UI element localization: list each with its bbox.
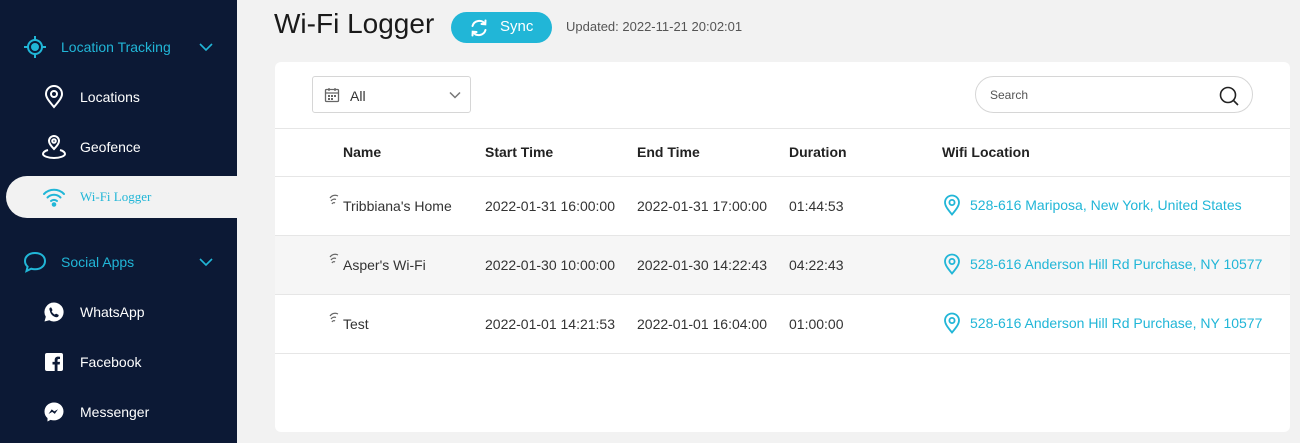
column-header-wifi-location: Wifi Location [942, 144, 1030, 160]
sidebar-item-label: WhatsApp [80, 304, 145, 320]
chevron-down-icon [198, 254, 214, 270]
cell-end-time: 2022-01-30 14:22:43 [637, 257, 767, 273]
geofence-icon [41, 134, 67, 160]
location-text: 528-616 Anderson Hill Rd Purchase, NY 10… [970, 315, 1263, 331]
wifi-icon [41, 184, 67, 210]
location-text: 528-616 Anderson Hill Rd Purchase, NY 10… [970, 256, 1263, 272]
column-header-duration: Duration [789, 144, 847, 160]
table-header: Name Start Time End Time Duration Wifi L… [275, 128, 1290, 177]
whatsapp-icon [41, 299, 67, 325]
map-pin-icon [41, 84, 67, 110]
cell-start-time: 2022-01-30 10:00:00 [485, 257, 615, 273]
column-header-name: Name [343, 144, 382, 160]
date-filter-value: All [350, 88, 366, 104]
cell-start-time: 2022-01-01 14:21:53 [485, 316, 615, 332]
facebook-icon [41, 349, 67, 375]
sidebar-section-social-apps[interactable]: Social Apps [0, 240, 237, 284]
search-input[interactable] [990, 86, 1210, 104]
chevron-down-icon [198, 39, 214, 55]
cell-end-time: 2022-01-01 16:04:00 [637, 316, 767, 332]
date-filter-select[interactable]: All [312, 76, 471, 113]
messenger-icon [41, 399, 67, 425]
cell-duration: 01:44:53 [789, 198, 844, 214]
sidebar: Location Tracking Locations Geofence Wi-… [0, 0, 237, 443]
table-row[interactable]: Test 2022-01-01 14:21:53 2022-01-01 16:0… [275, 295, 1290, 354]
cell-name: Asper's Wi-Fi [343, 257, 426, 273]
cell-name: Test [343, 316, 369, 332]
cell-wifi-location-link[interactable]: 528-616 Mariposa, New York, United State… [942, 194, 1242, 216]
last-updated-text: Updated: 2022-11-21 20:02:01 [566, 19, 743, 34]
chat-bubble-icon [22, 249, 48, 275]
table-row[interactable]: Asper's Wi-Fi 2022-01-30 10:00:00 2022-0… [275, 236, 1290, 295]
sidebar-section-label: Location Tracking [61, 39, 171, 55]
sidebar-item-messenger[interactable]: Messenger [0, 390, 237, 434]
wifi-log-card: All Name Start Time End Time Duration Wi… [275, 62, 1290, 432]
column-header-start-time: Start Time [485, 144, 554, 160]
location-pin-icon [942, 312, 962, 334]
search-box [975, 76, 1253, 113]
cell-duration: 04:22:43 [789, 257, 844, 273]
sync-button-label: Sync [500, 18, 534, 35]
location-text: 528-616 Mariposa, New York, United State… [970, 197, 1242, 213]
cell-wifi-location-link[interactable]: 528-616 Anderson Hill Rd Purchase, NY 10… [942, 312, 1262, 334]
wifi-signal-icon [329, 312, 339, 326]
cell-name: Tribbiana's Home [343, 198, 452, 214]
location-pin-icon [942, 253, 962, 275]
page-title: Wi-Fi Logger [274, 8, 435, 39]
sidebar-item-label: Locations [80, 89, 140, 105]
crosshair-icon [22, 34, 48, 60]
table-row[interactable]: Tribbiana's Home 2022-01-31 16:00:00 202… [275, 177, 1290, 236]
sidebar-section-label: Social Apps [61, 254, 135, 270]
cell-wifi-location-link[interactable]: 528-616 Anderson Hill Rd Purchase, NY 10… [942, 253, 1262, 275]
sidebar-item-locations[interactable]: Locations [0, 75, 237, 119]
cell-start-time: 2022-01-31 16:00:00 [485, 198, 615, 214]
column-header-end-time: End Time [637, 144, 700, 160]
wifi-signal-icon [329, 194, 339, 208]
refresh-icon [469, 18, 489, 38]
search-icon[interactable] [1218, 85, 1240, 107]
chevron-down-icon [448, 88, 462, 102]
sidebar-section-location-tracking[interactable]: Location Tracking [0, 25, 237, 69]
sidebar-item-label: Geofence [80, 139, 141, 155]
sidebar-item-whatsapp[interactable]: WhatsApp [0, 290, 237, 334]
sidebar-item-label: Facebook [80, 354, 142, 370]
cell-duration: 01:00:00 [789, 316, 844, 332]
sidebar-item-label: Messenger [80, 404, 150, 420]
sidebar-item-label: Wi-Fi Logger [80, 189, 152, 204]
location-pin-icon [942, 194, 962, 216]
sync-button[interactable]: Sync [451, 12, 552, 43]
wifi-signal-icon [329, 253, 339, 267]
cell-end-time: 2022-01-31 17:00:00 [637, 198, 767, 214]
sidebar-item-geofence[interactable]: Geofence [0, 125, 237, 169]
sidebar-item-facebook[interactable]: Facebook [0, 340, 237, 384]
calendar-icon [324, 87, 340, 103]
sidebar-item-wifi-logger[interactable]: Wi-Fi Logger [6, 176, 237, 218]
